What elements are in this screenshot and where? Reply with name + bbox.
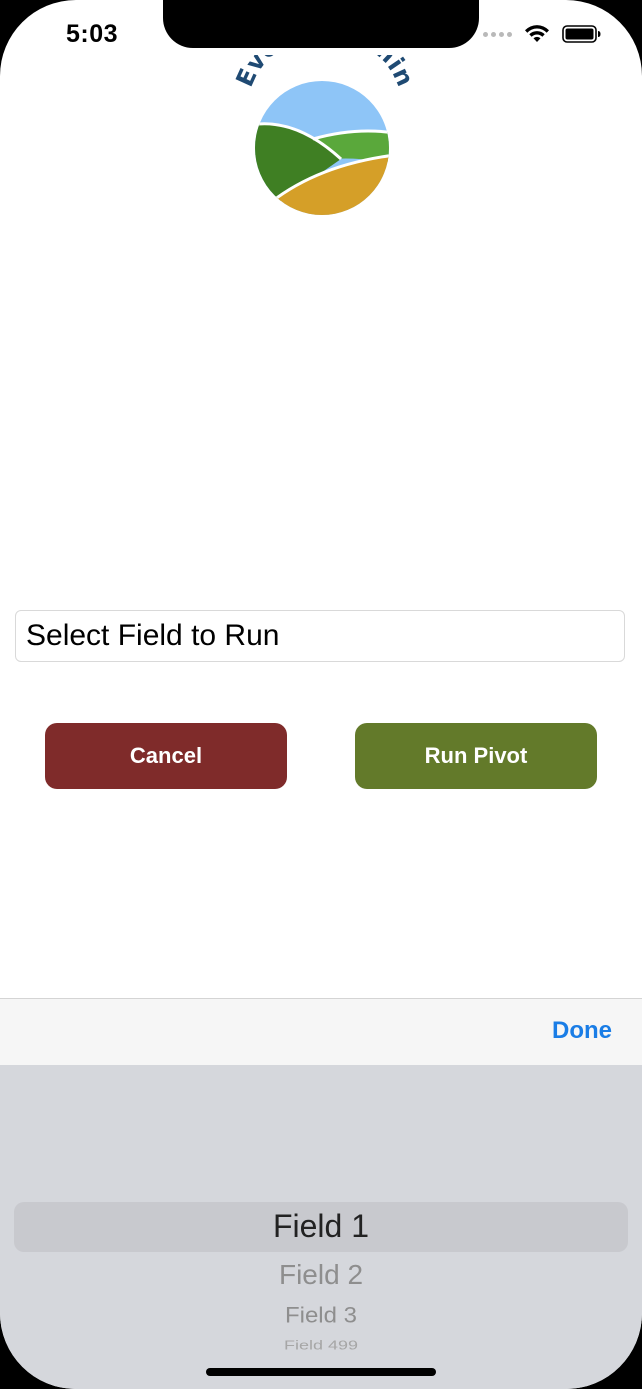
cellular-signal-icon [483,31,512,37]
picker-option[interactable]: Field 3 [0,1303,642,1329]
select-field-input[interactable]: Select Field to Run [15,610,625,662]
phone-screen: 5:03 EvenStreamin [0,0,642,1389]
picker-toolbar: Done [0,998,642,1065]
field-picker[interactable]: Field 1 Field 2 Field 3 Field 499 [0,1065,642,1389]
picker-option-selected[interactable]: Field 1 [0,1208,642,1245]
battery-icon [562,25,601,43]
picker-option[interactable]: Field 2 [0,1259,642,1291]
picker-option[interactable]: Field 499 [0,1338,642,1353]
wifi-icon [525,25,549,42]
evenstreamin-logo: EvenStreamin [235,55,410,215]
run-pivot-button[interactable]: Run Pivot [355,723,597,789]
status-time: 5:03 [66,20,119,48]
cancel-button[interactable]: Cancel [45,723,287,789]
done-button[interactable]: Done [552,1017,612,1045]
home-indicator[interactable] [206,1368,436,1376]
status-icons [483,24,602,44]
device-notch [163,0,479,48]
